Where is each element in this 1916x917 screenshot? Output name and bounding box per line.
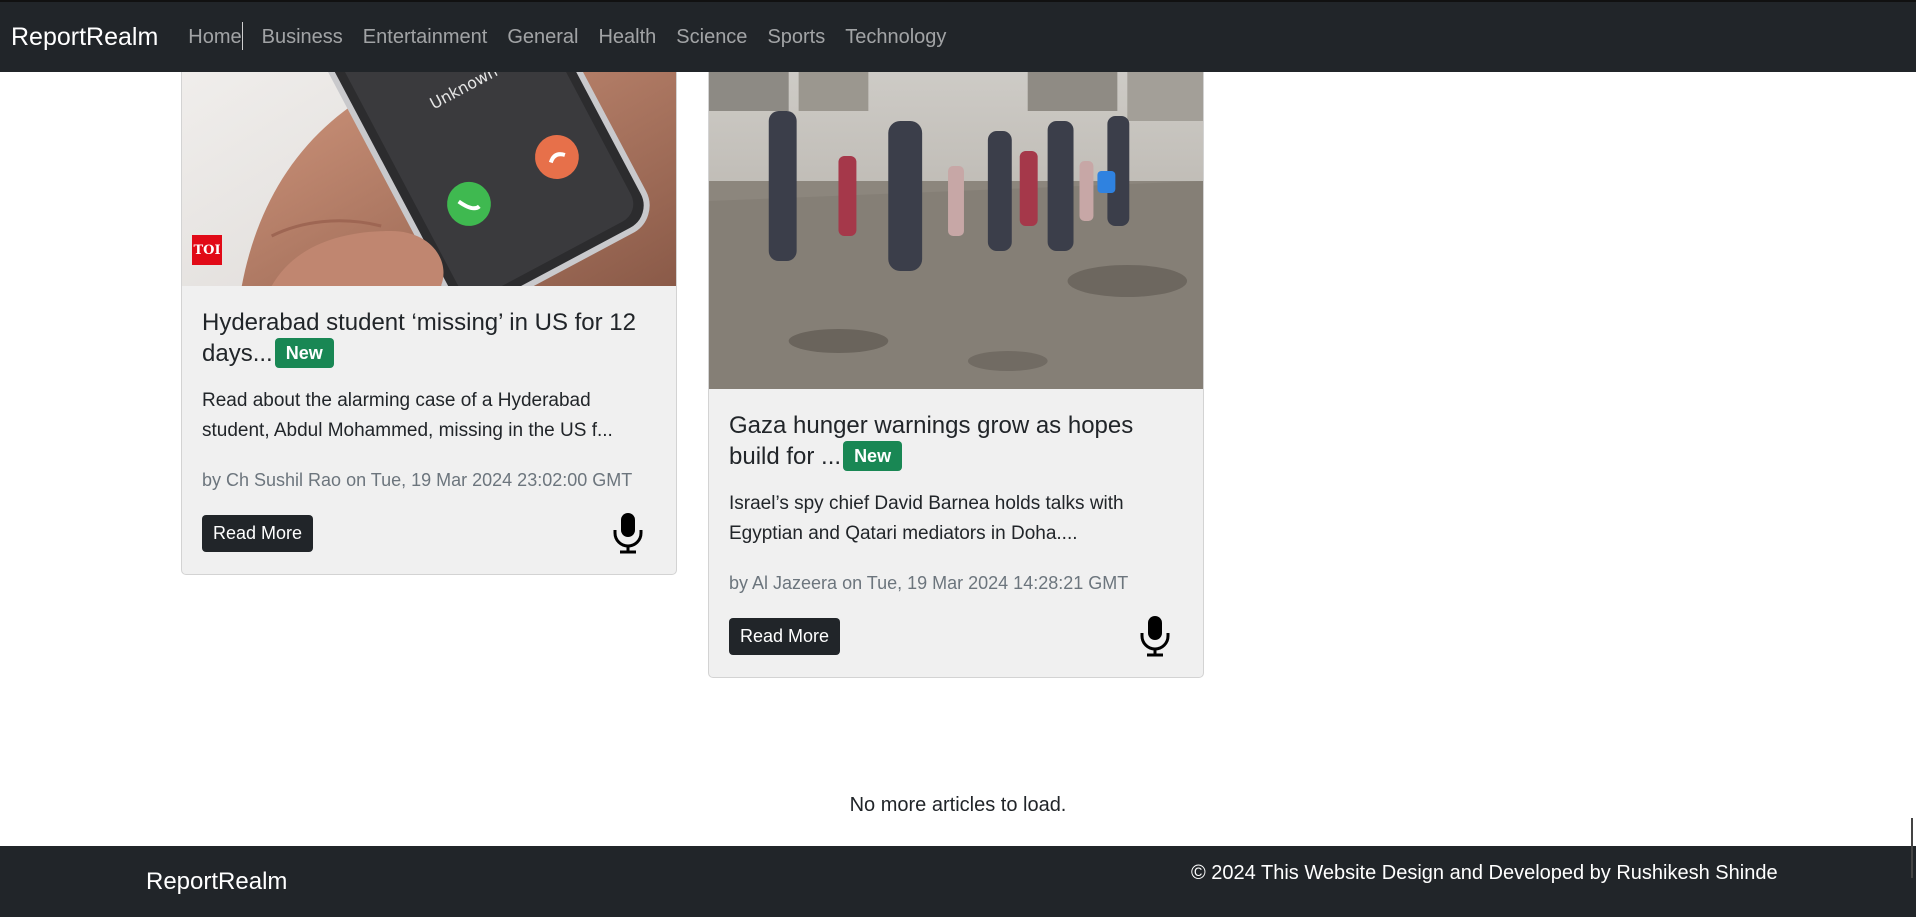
nav-link-sports[interactable]: Sports xyxy=(767,26,825,49)
nav-link-business[interactable]: Business xyxy=(262,26,343,49)
footer-brand: ReportRealm xyxy=(146,868,288,895)
article-title[interactable]: Gaza hunger warnings grow as hopes build… xyxy=(729,411,1183,472)
scrollbar[interactable] xyxy=(1911,818,1913,878)
nav-links: Home Business Entertainment General Heal… xyxy=(188,21,966,50)
nav-link-home[interactable]: Home xyxy=(188,21,244,50)
microphone-icon[interactable] xyxy=(610,512,646,554)
article-description: Read about the alarming case of a Hydera… xyxy=(202,390,613,441)
new-badge: New xyxy=(843,441,903,471)
card-body: Hyderabad student ‘missing’ in US for 12… xyxy=(182,286,676,574)
article-meta: by Al Jazeera on Tue, 19 Mar 2024 14:28:… xyxy=(729,573,1129,593)
nav-link-entertainment[interactable]: Entertainment xyxy=(363,26,488,49)
news-card: Gaza hunger warnings grow as hopes build… xyxy=(708,0,1204,678)
nav-link-technology[interactable]: Technology xyxy=(845,26,946,49)
new-badge: New xyxy=(274,338,334,368)
card-actions: Read More xyxy=(202,512,656,554)
footer: ReportRealm © 2024 This Website Design a… xyxy=(0,846,1916,917)
nav-link-general[interactable]: General xyxy=(507,26,578,49)
no-more-articles-text: No more articles to load. xyxy=(849,794,1067,816)
microphone-icon[interactable] xyxy=(1137,615,1173,657)
article-description: Israel’s spy chief David Barnea holds ta… xyxy=(729,493,1124,544)
nav-link-science[interactable]: Science xyxy=(676,26,747,49)
card-actions: Read More xyxy=(729,615,1183,657)
card-body: Gaza hunger warnings grow as hopes build… xyxy=(709,389,1203,677)
footer-copyright: © 2024 This Website Design and Developed… xyxy=(1191,862,1778,884)
read-more-button[interactable]: Read More xyxy=(729,617,841,655)
nav-link-health[interactable]: Health xyxy=(598,26,656,49)
news-card: Unknown TOI Hyderabad student ‘missing’ … xyxy=(181,0,677,575)
article-meta: by Ch Sushil Rao on Tue, 19 Mar 2024 23:… xyxy=(202,470,633,490)
brand-logo[interactable]: ReportRealm xyxy=(11,23,158,52)
read-more-button[interactable]: Read More xyxy=(202,514,314,552)
article-title[interactable]: Hyderabad student ‘missing’ in US for 12… xyxy=(202,308,656,369)
navbar: ReportRealm Home Business Entertainment … xyxy=(0,0,1916,72)
source-logo: TOI xyxy=(192,235,222,265)
